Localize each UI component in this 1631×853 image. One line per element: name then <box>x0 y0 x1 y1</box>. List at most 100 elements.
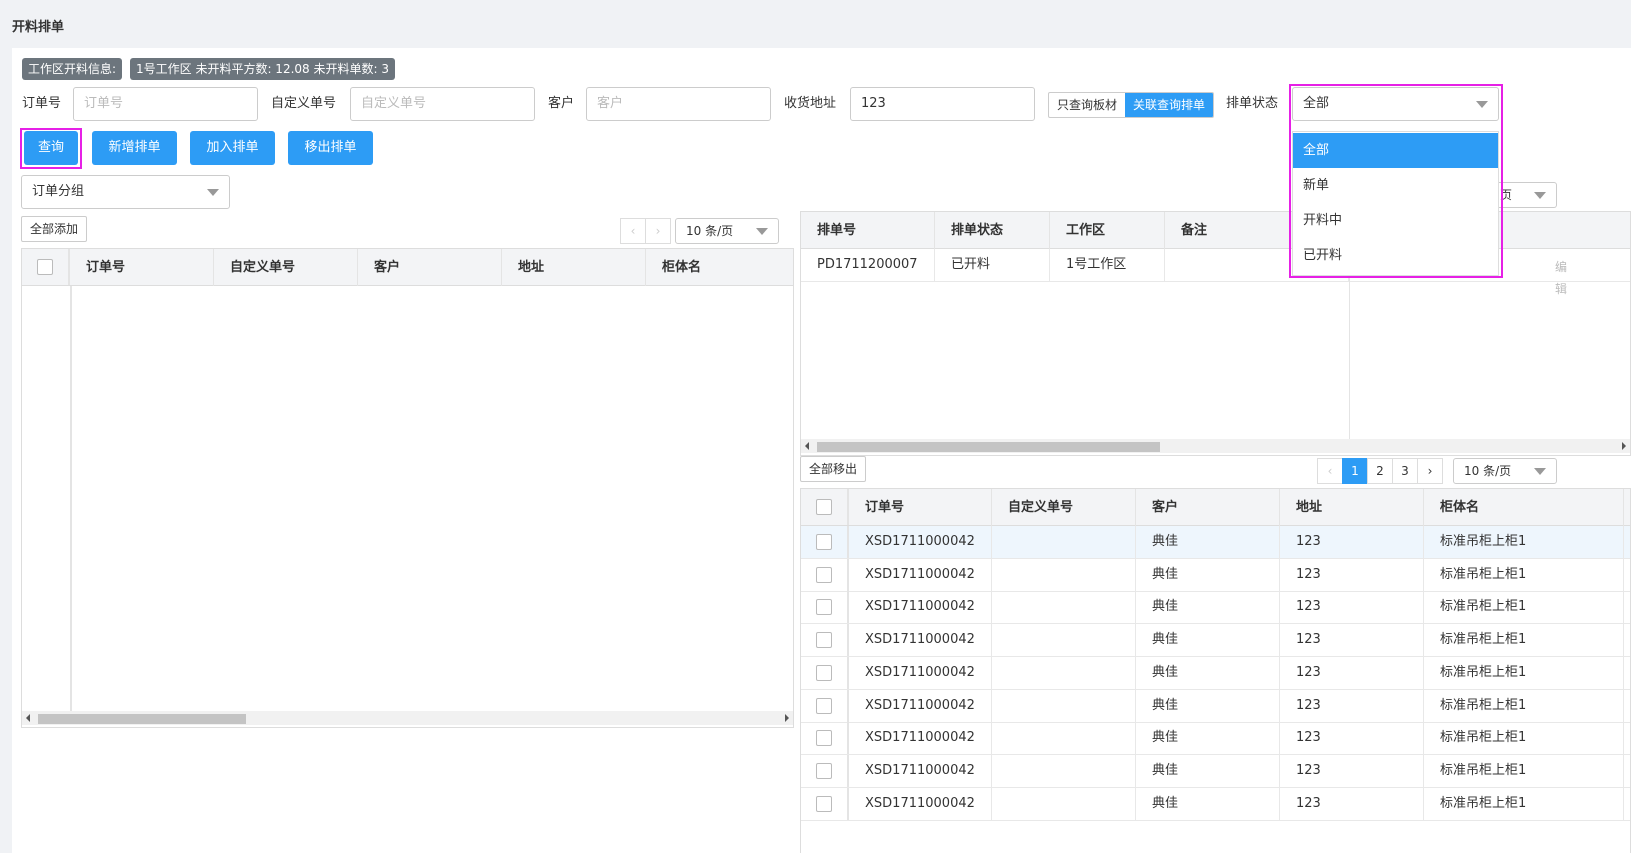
schedule-horizontal-scrollbar[interactable] <box>801 439 1630 453</box>
col-work-area[interactable]: 工作区 <box>1050 212 1165 249</box>
row-checkbox[interactable] <box>816 534 832 550</box>
order-no-input[interactable]: 订单号 <box>73 87 258 121</box>
row-checkbox[interactable] <box>816 664 832 681</box>
cabinet-cell: 标准吊柜上柜1 <box>1424 754 1624 787</box>
scroll-right-icon[interactable] <box>1622 442 1626 450</box>
remove-all-button[interactable]: 全部移出 <box>800 456 867 482</box>
col-schedule-status[interactable]: 排单状态 <box>935 212 1050 249</box>
select-all-checkbox[interactable] <box>37 259 53 275</box>
address-cell: 123 <box>1280 722 1424 755</box>
col-schedule-no[interactable]: 排单号 <box>801 212 935 249</box>
page-1-button[interactable]: 1 <box>1342 458 1368 484</box>
schedule-table: 排单号 排单状态 工作区 备注 PD1711200007 已开料 1号工作区 编… <box>800 211 1631 456</box>
status-option-new[interactable]: 新单 <box>1293 168 1498 203</box>
col-order-no[interactable]: 订单号 <box>849 489 992 526</box>
left-page-size-value: 10 条/页 <box>686 224 734 238</box>
chevron-down-icon <box>756 228 768 235</box>
row-checkbox[interactable] <box>816 697 832 714</box>
col-address[interactable]: 地址 <box>1280 489 1424 526</box>
row-checkbox[interactable] <box>816 762 832 779</box>
scroll-thumb[interactable] <box>38 714 246 724</box>
scroll-thumb[interactable] <box>817 442 1160 452</box>
status-option-all[interactable]: 全部 <box>1293 133 1498 168</box>
table-row[interactable]: XSD1711000042 典佳 123 标准吊柜上柜1 <box>801 722 1630 756</box>
cabinet-cell: 标准吊柜上柜1 <box>1424 526 1624 558</box>
row-select-cell <box>801 754 849 787</box>
col-order-no[interactable]: 订单号 <box>70 249 214 286</box>
customer-input[interactable]: 客户 <box>586 87 771 121</box>
row-select-cell <box>801 722 849 755</box>
order-no-cell: XSD1711000042 <box>849 754 992 787</box>
row-checkbox[interactable] <box>816 795 832 812</box>
address-label: 收货地址 <box>784 96 837 111</box>
table-row[interactable]: XSD1711000042 典佳 123 标准吊柜上柜1 <box>801 558 1630 592</box>
col-customer[interactable]: 客户 <box>1136 489 1280 526</box>
col-custom-no[interactable]: 自定义单号 <box>214 249 358 286</box>
scroll-left-icon[interactable] <box>26 714 30 722</box>
status-select[interactable]: 全部 <box>1292 87 1499 121</box>
prev-page-icon[interactable]: ‹ <box>1317 458 1343 484</box>
left-page-size-select[interactable]: 10 条/页 <box>675 218 779 244</box>
linked-query-option[interactable]: 关联查询排单 <box>1125 93 1214 117</box>
row-checkbox[interactable] <box>816 632 832 649</box>
cabinet-cell: 标准吊柜上柜1 <box>1424 787 1624 820</box>
order-group-value: 订单分组 <box>32 184 85 199</box>
table-row[interactable]: XSD1711000042 典佳 123 标准吊柜上柜1 <box>801 787 1630 821</box>
table-row[interactable]: XSD1711000042 典佳 123 标准吊柜上柜1 <box>801 754 1630 788</box>
table-row[interactable]: XSD1711000042 典佳 123 标准吊柜上柜1 <box>801 624 1630 658</box>
status-option-cutting[interactable]: 开料中 <box>1293 203 1498 238</box>
address-input[interactable]: 123 <box>850 87 1035 121</box>
col-customer[interactable]: 客户 <box>358 249 502 286</box>
custom-no-cell <box>992 787 1136 820</box>
scroll-right-icon[interactable] <box>785 714 789 722</box>
customer-cell: 典佳 <box>1136 526 1280 558</box>
row-select-cell <box>801 787 849 820</box>
custom-no-input[interactable]: 自定义单号 <box>350 87 535 121</box>
table-row[interactable]: PD1711200007 已开料 1号工作区 <box>801 249 1630 282</box>
scroll-left-icon[interactable] <box>805 442 809 450</box>
custom-no-cell <box>992 722 1136 755</box>
customer-cell: 典佳 <box>1136 754 1280 787</box>
select-all-checkbox[interactable] <box>816 499 832 515</box>
col-custom-no[interactable]: 自定义单号 <box>992 489 1136 526</box>
page-3-button[interactable]: 3 <box>1392 458 1418 484</box>
board-only-option[interactable]: 只查询板材 <box>1049 93 1125 117</box>
chevron-down-icon <box>207 189 219 196</box>
table-row[interactable]: XSD1711000042 典佳 123 标准吊柜上柜1 <box>801 689 1630 723</box>
row-checkbox[interactable] <box>816 566 832 583</box>
add-all-button[interactable]: 全部添加 <box>21 216 88 242</box>
row-select-cell <box>801 656 849 689</box>
col-address[interactable]: 地址 <box>502 249 646 286</box>
chevron-down-icon <box>1476 101 1488 108</box>
left-horizontal-scrollbar[interactable] <box>22 711 793 725</box>
next-page-icon[interactable]: › <box>1417 458 1443 484</box>
table-row[interactable]: XSD1711000042 典佳 123 标准吊柜上柜1 <box>801 656 1630 690</box>
add-schedule-button[interactable]: 加入排单 <box>190 131 275 165</box>
col-cabinet[interactable]: 柜体名 <box>646 249 793 286</box>
page-2-button[interactable]: 2 <box>1367 458 1393 484</box>
order-no-cell: XSD1711000042 <box>849 787 992 820</box>
order-no-cell: XSD1711000042 <box>849 689 992 722</box>
custom-no-cell <box>992 526 1136 558</box>
table-row[interactable]: XSD1711000042 典佳 123 标准吊柜上柜1 <box>801 526 1630 559</box>
row-checkbox[interactable] <box>816 599 832 616</box>
address-cell: 123 <box>1280 656 1424 689</box>
remove-schedule-button[interactable]: 移出排单 <box>288 131 373 165</box>
status-option-cut[interactable]: 已开料 <box>1293 238 1498 273</box>
scheduled-order-table: 订单号 自定义单号 客户 地址 柜体名 XSD1711000042 典佳 123 标准… <box>800 488 1631 853</box>
table-row[interactable]: XSD1711000042 典佳 123 标准吊柜上柜1 <box>801 591 1630 625</box>
bottom-page-size-select[interactable]: 10 条/页 <box>1453 458 1557 484</box>
next-page-icon[interactable]: › <box>645 218 671 244</box>
col-cabinet[interactable]: 柜体名 <box>1424 489 1624 526</box>
order-group-select[interactable]: 订单分组 <box>21 175 230 209</box>
custom-no-cell <box>992 754 1136 787</box>
row-checkbox[interactable] <box>816 730 832 747</box>
cabinet-cell: 标准吊柜上柜1 <box>1424 591 1624 624</box>
bottom-table-header: 订单号 自定义单号 客户 地址 柜体名 <box>801 489 1630 526</box>
customer-cell: 典佳 <box>1136 787 1280 820</box>
custom-no-cell <box>992 689 1136 722</box>
prev-page-icon[interactable]: ‹ <box>620 218 646 244</box>
custom-no-cell <box>992 558 1136 591</box>
query-button[interactable]: 查询 <box>24 131 78 165</box>
new-schedule-button[interactable]: 新增排单 <box>92 131 177 165</box>
